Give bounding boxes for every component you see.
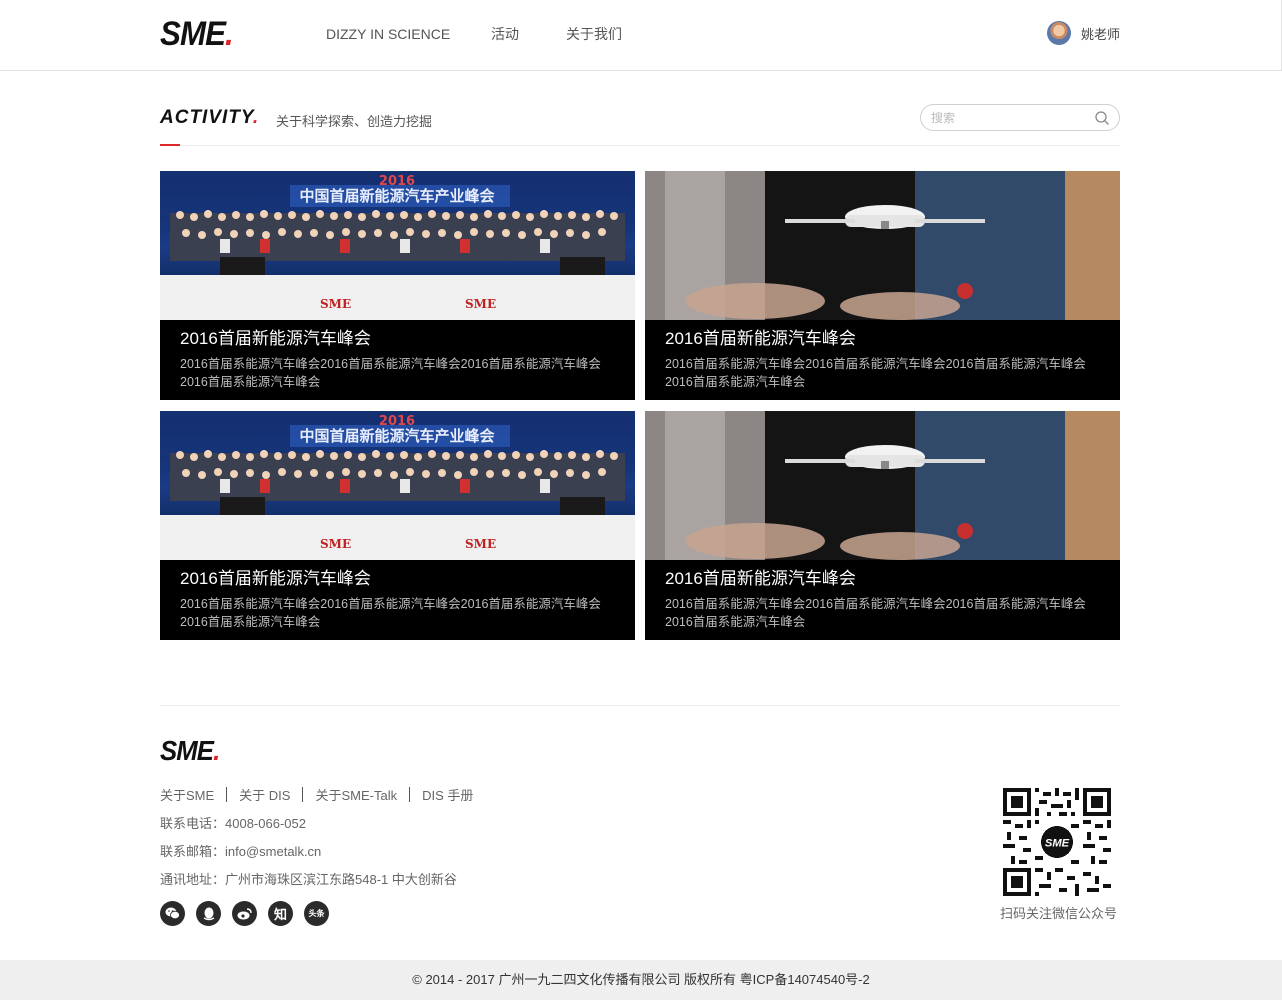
top-header: SME. DIZZY IN SCIENCE 活动 关于我们 姚老师: [0, 0, 1282, 71]
footer-link-separator: [226, 787, 228, 802]
section-accent-bar: [160, 144, 180, 146]
footer-logo-text: SME: [160, 735, 214, 766]
card-image-drone-photo[interactable]: [645, 171, 1120, 320]
card-title[interactable]: 2016首届新能源汽车峰会: [180, 568, 371, 590]
zhihu-glyph: 知: [273, 907, 287, 922]
card-description: 2016首届系能源汽车峰会2016首届系能源汽车峰会2016首届系能源汽车峰会2…: [180, 357, 601, 389]
footer-divider: [160, 705, 1120, 706]
svg-text:中国首届新能源汽车产业峰会: 中国首届新能源汽车产业峰会: [299, 187, 494, 205]
footer-link-dis-manual[interactable]: DIS 手册: [422, 785, 473, 804]
nav-activities[interactable]: 活动: [491, 25, 519, 43]
weibo-icon[interactable]: [232, 901, 257, 926]
card-image-group-photo[interactable]: 中国首届新能源汽车产业峰会 2016 SME SME: [160, 411, 635, 560]
contact-phone: 联系电话：4008-066-052: [160, 816, 306, 831]
activity-card[interactable]: 2016首届新能源汽车峰会 2016首届系能源汽车峰会2016首届系能源汽车峰会…: [645, 411, 1120, 640]
svg-text:SME: SME: [465, 537, 496, 551]
footer-links: 关于SME 关于 DIS 关于SME-Talk DIS 手册: [160, 785, 473, 804]
wechat-icon[interactable]: [160, 901, 185, 926]
footer-link-separator: [302, 787, 304, 802]
activity-card[interactable]: 中国首届新能源汽车产业峰会 2016 SME SME 2016首届新能源汽车峰会…: [160, 171, 635, 400]
user-name[interactable]: 姚老师: [1081, 24, 1120, 43]
activity-card[interactable]: 中国首届新能源汽车产业峰会 2016 SME SME 2016首届新能源汽车峰会…: [160, 411, 635, 640]
zhihu-icon[interactable]: 知: [268, 901, 293, 926]
wechat-qr-code: SME: [1003, 788, 1111, 896]
search-box[interactable]: [920, 104, 1120, 131]
svg-text:SME: SME: [320, 297, 351, 311]
card-description: 2016首届系能源汽车峰会2016首届系能源汽车峰会2016首届系能源汽车峰会2…: [665, 597, 1086, 629]
contact-email: 联系邮箱：info@smetalk.cn: [160, 844, 322, 859]
user-menu[interactable]: 姚老师: [1047, 21, 1120, 45]
svg-text:SME: SME: [320, 537, 351, 551]
qr-center-label: SME: [1045, 837, 1070, 849]
footer-link-about-sme-talk[interactable]: 关于SME-Talk: [315, 785, 397, 804]
footer-logo-dot: .: [213, 735, 220, 766]
card-description: 2016首届系能源汽车峰会2016首届系能源汽车峰会2016首届系能源汽车峰会2…: [665, 357, 1086, 389]
nav-about-us[interactable]: 关于我们: [566, 25, 622, 43]
footer-link-about-sme[interactable]: 关于SME: [160, 785, 214, 804]
qr-caption: 扫码关注微信公众号: [1000, 906, 1118, 921]
section-title-text: ACTIVITY: [160, 107, 253, 128]
section-title-dot: .: [252, 107, 260, 128]
section-title: ACTIVITY.: [160, 107, 259, 129]
qq-icon[interactable]: [196, 901, 221, 926]
site-logo[interactable]: SME.: [160, 15, 234, 53]
toutiao-icon[interactable]: 头条: [304, 901, 329, 926]
card-image-drone-photo[interactable]: [645, 411, 1120, 560]
footer-link-separator: [409, 787, 411, 802]
logo-text: SME: [160, 15, 226, 53]
logo-dot: .: [225, 15, 234, 53]
search-icon[interactable]: [1094, 110, 1110, 126]
section-subtitle: 关于科学探索、创造力挖掘: [276, 114, 433, 129]
card-title[interactable]: 2016首届新能源汽车峰会: [180, 328, 371, 350]
social-links: 知 头条: [160, 901, 340, 926]
card-title[interactable]: 2016首届新能源汽车峰会: [665, 328, 856, 350]
section-divider: [160, 145, 1120, 146]
footer-logo[interactable]: SME.: [160, 735, 220, 766]
copyright-bar: © 2014 - 2017 广州一九二四文化传播有限公司 版权所有 粤ICP备1…: [0, 960, 1282, 1000]
nav-dizzy-in-science[interactable]: DIZZY IN SCIENCE: [326, 25, 450, 43]
search-input[interactable]: [931, 109, 1081, 127]
card-title[interactable]: 2016首届新能源汽车峰会: [665, 568, 856, 590]
svg-text:SME: SME: [465, 297, 496, 311]
avatar[interactable]: [1047, 21, 1071, 45]
toutiao-glyph: 头条: [308, 909, 325, 918]
svg-text:2016: 2016: [379, 174, 415, 189]
svg-text:2016: 2016: [379, 414, 415, 429]
footer-link-about-dis[interactable]: 关于 DIS: [239, 785, 290, 804]
contact-address: 通讯地址：广州市海珠区滨江东路548-1 中大创新谷: [160, 872, 457, 887]
card-image-group-photo[interactable]: 中国首届新能源汽车产业峰会 2016 SME SME: [160, 171, 635, 320]
svg-text:中国首届新能源汽车产业峰会: 中国首届新能源汽车产业峰会: [299, 427, 494, 445]
card-description: 2016首届系能源汽车峰会2016首届系能源汽车峰会2016首届系能源汽车峰会2…: [180, 597, 601, 629]
activity-card[interactable]: 2016首届新能源汽车峰会 2016首届系能源汽车峰会2016首届系能源汽车峰会…: [645, 171, 1120, 400]
